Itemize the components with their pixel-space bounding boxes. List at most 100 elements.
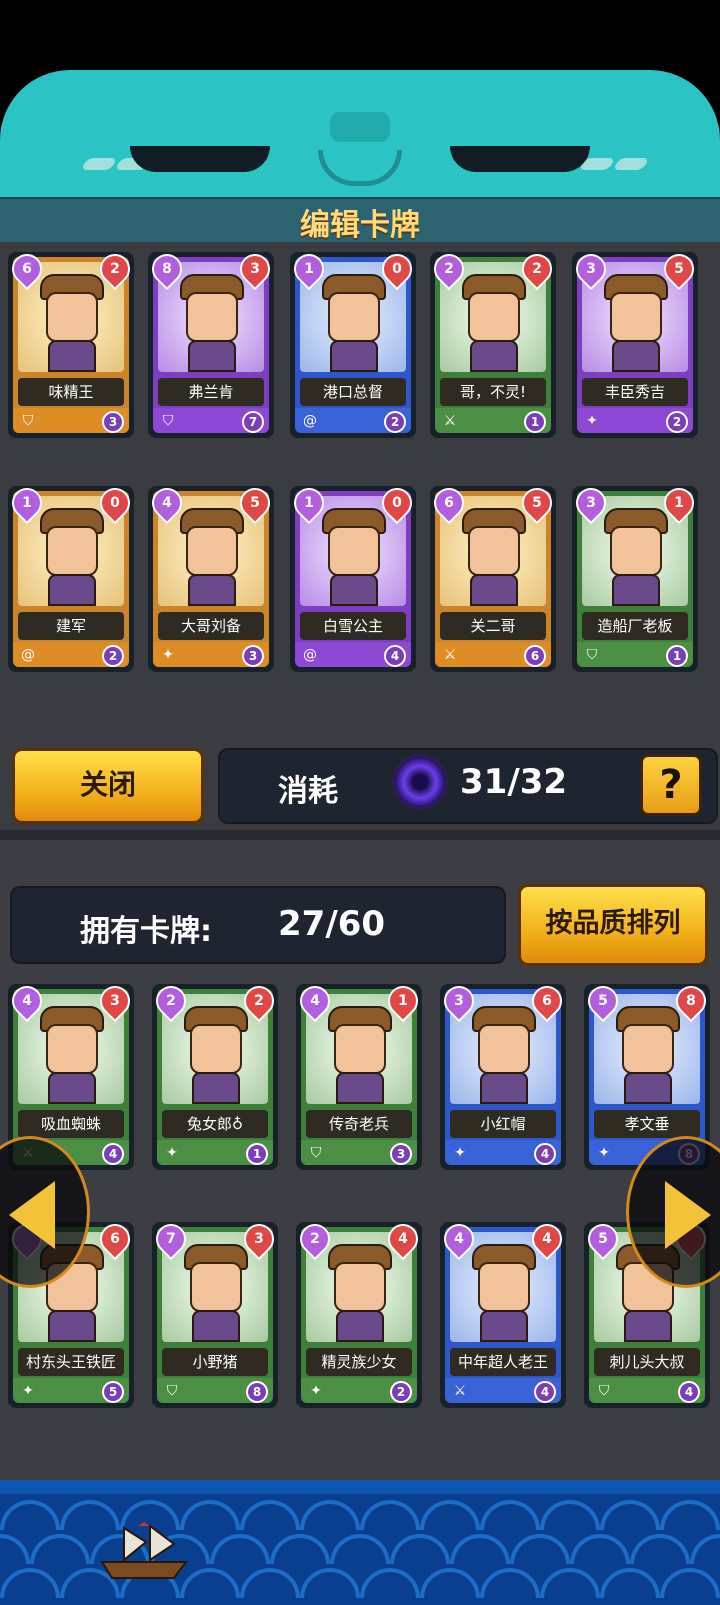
card-attack: 0 [110, 495, 120, 511]
shuriken-icon: ✦ [166, 1145, 178, 1161]
card-cost: 4 [310, 993, 320, 1009]
card-level: 8 [246, 1381, 268, 1403]
card-cost: 2 [166, 993, 176, 1009]
card-cost: 7 [166, 1231, 176, 1247]
sword-icon: ⚔ [443, 647, 457, 663]
card-attack: 3 [110, 993, 120, 1009]
card-name: 兔女郎♁ [162, 1110, 268, 1138]
card-name: 哥，不灵! [440, 378, 546, 406]
shuriken-icon: ✦ [586, 413, 598, 429]
card-level: 1 [246, 1143, 268, 1165]
card[interactable]: 中年超人老王 4 4 ⚔ 4 [437, 1217, 569, 1408]
card-level: 7 [242, 411, 264, 433]
card-level: 3 [390, 1143, 412, 1165]
card-name: 造船厂老板 [582, 612, 688, 640]
shield-icon: ⛉ [598, 1383, 610, 1399]
card-name: 白雪公主 [300, 612, 406, 640]
card-attack: 5 [532, 495, 542, 511]
card-level: 5 [102, 1381, 124, 1403]
card-attack: 2 [254, 993, 264, 1009]
card-cost: 4 [22, 993, 32, 1009]
card-cost: 6 [444, 495, 454, 511]
card-attack: 0 [392, 495, 402, 511]
card-level: 4 [102, 1143, 124, 1165]
card-attack: 8 [686, 993, 696, 1009]
card-name: 村东头王铁匠 [18, 1348, 124, 1376]
card-name: 关二哥 [440, 612, 546, 640]
card[interactable]: 哥，不灵! 2 2 ⚔ 1 [427, 247, 559, 438]
energy-orb-icon [392, 754, 448, 810]
card-attack: 2 [532, 261, 542, 277]
card-cost: 3 [586, 495, 596, 511]
card-name: 精灵族少女 [306, 1348, 412, 1376]
close-button[interactable]: 关闭 [12, 748, 204, 824]
sword-icon: ⚔ [453, 1383, 467, 1399]
card-name: 大哥刘备 [158, 612, 264, 640]
card-cost: 3 [454, 993, 464, 1009]
card-attack: 5 [674, 261, 684, 277]
card[interactable]: 精灵族少女 2 4 ✦ 2 [293, 1217, 425, 1408]
cost-value: 31/32 [460, 762, 568, 802]
sword-icon: ⚔ [443, 413, 457, 429]
card[interactable]: 建军 1 0 @2 [5, 481, 137, 672]
swirl-icon: @ [303, 413, 317, 429]
pirate-ship-icon [100, 1522, 188, 1579]
card-level: 6 [524, 645, 546, 667]
shield-icon: ⛉ [166, 1383, 178, 1399]
card-name: 小红帽 [450, 1110, 556, 1138]
card-level: 2 [666, 411, 688, 433]
card[interactable]: 港口总督 1 0 @2 [287, 247, 419, 438]
card-level: 4 [384, 645, 406, 667]
card-level: 2 [102, 645, 124, 667]
card-cost: 1 [22, 495, 32, 511]
shuriken-icon: ✦ [310, 1383, 322, 1399]
card-cost: 4 [162, 495, 172, 511]
card[interactable]: 兔女郎♁ 2 2 ✦ 1 [149, 979, 281, 1170]
card-level: 1 [666, 645, 688, 667]
card-cost: 5 [598, 1231, 608, 1247]
card-attack: 3 [254, 1231, 264, 1247]
shield-icon: ⛉ [310, 1145, 322, 1161]
shuriken-icon: ✦ [598, 1145, 610, 1161]
arrow-left-icon [9, 1181, 55, 1249]
card-attack: 2 [110, 261, 120, 277]
card-cost: 1 [304, 261, 314, 277]
card-cost: 1 [304, 495, 314, 511]
swirl-icon: @ [21, 647, 35, 663]
card-cost: 2 [310, 1231, 320, 1247]
sort-by-quality-button[interactable]: 按品质排列 [518, 884, 708, 966]
card[interactable]: 传奇老兵 4 1 ⛉ 3 [293, 979, 425, 1170]
cat-nose [330, 112, 390, 142]
card-attack: 6 [542, 993, 552, 1009]
sea-shore [0, 1480, 720, 1494]
swirl-icon: @ [303, 647, 317, 663]
card[interactable]: 丰臣秀吉 3 5 ✦ 2 [569, 247, 701, 438]
card-name: 中年超人老王 [450, 1348, 556, 1376]
card-cost: 5 [598, 993, 608, 1009]
card[interactable]: 小红帽 3 6 ✦ 4 [437, 979, 569, 1170]
card-attack: 1 [398, 993, 408, 1009]
card-attack: 1 [674, 495, 684, 511]
card-name: 弗兰肯 [158, 378, 264, 406]
card[interactable]: 弗兰肯 8 3 ⛉ 7 [145, 247, 277, 438]
card-level: 3 [242, 645, 264, 667]
card[interactable]: 造船厂老板 3 1 ⛉ 1 [569, 481, 701, 672]
card-cost: 4 [454, 1231, 464, 1247]
help-button[interactable]: ? [640, 754, 702, 816]
card[interactable]: 关二哥 6 5 ⚔ 6 [427, 481, 559, 672]
card-name: 小野猪 [162, 1348, 268, 1376]
page-title: 编辑卡牌 [300, 208, 420, 243]
shield-icon: ⛉ [22, 413, 34, 429]
card-attack: 4 [398, 1231, 408, 1247]
card-name: 丰臣秀吉 [582, 378, 688, 406]
card[interactable]: 白雪公主 1 0 @4 [287, 481, 419, 672]
card-name: 吸血蜘蛛 [18, 1110, 124, 1138]
card[interactable]: 大哥刘备 4 5 ✦ 3 [145, 481, 277, 672]
shield-icon: ⛉ [162, 413, 174, 429]
card[interactable]: 味精王 6 2 ⛉ 3 [5, 247, 137, 438]
owned-cards-count: 27/60 [278, 904, 386, 944]
shuriken-icon: ✦ [162, 647, 174, 663]
card[interactable]: 小野猪 7 3 ⛉ 8 [149, 1217, 281, 1408]
shuriken-icon: ✦ [22, 1383, 34, 1399]
cost-label: 消耗 [278, 774, 338, 809]
